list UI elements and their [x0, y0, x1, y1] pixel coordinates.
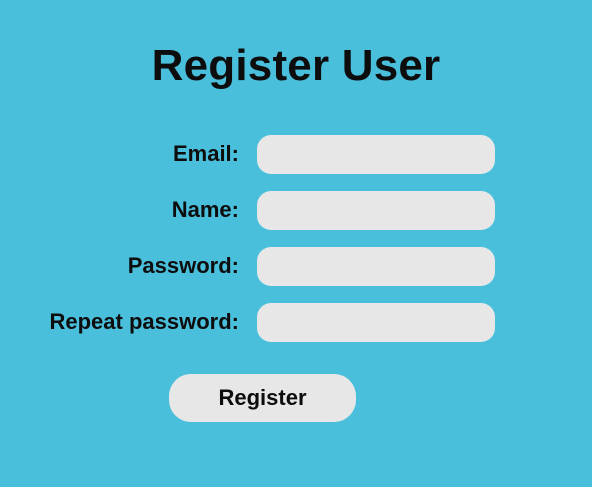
name-row: Name:: [0, 191, 592, 231]
register-button[interactable]: Register: [169, 374, 356, 422]
password-label: Password:: [127, 253, 239, 278]
repeat-password-field[interactable]: [257, 303, 495, 342]
name-field[interactable]: [257, 191, 495, 230]
repeat-password-row: Repeat password:: [0, 303, 592, 343]
email-field[interactable]: [257, 135, 495, 174]
password-field[interactable]: [257, 247, 495, 286]
password-row: Password:: [0, 247, 592, 287]
email-row: Email:: [0, 135, 592, 175]
register-page: Register User Email: Name: Password: Rep…: [0, 0, 592, 487]
repeat-password-label: Repeat password:: [49, 309, 240, 334]
email-label: Email:: [172, 141, 239, 166]
name-label: Name:: [171, 197, 239, 222]
page-title: Register User: [151, 41, 441, 90]
